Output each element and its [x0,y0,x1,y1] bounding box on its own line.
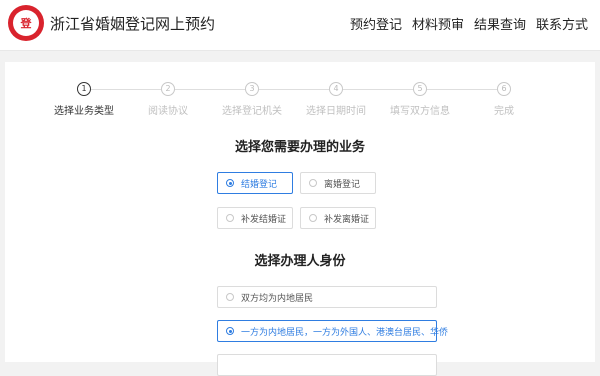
option-label: 结婚登记 [241,179,278,190]
step-number: 4 [329,82,343,96]
main-card: 1 选择业务类型 2 阅读协议 3 选择登记机关 4 选择日期时间 5 填写双方… [5,62,595,376]
step-label: 填写双方信息 [390,106,450,117]
step-label: 完成 [494,106,514,117]
nav-item-query[interactable]: 结果查询 [474,14,526,33]
site-title: 浙江省婚姻登记网上预约 [50,15,216,33]
option-reissue-marriage-cert[interactable]: 补发结婚证 [217,207,293,229]
radio-icon [309,214,317,222]
step-number: 5 [413,82,427,96]
business-section-title: 选择您需要办理的业务 [234,140,365,155]
logo-icon[interactable]: 登 [8,5,44,41]
option-divorce-registration[interactable]: 离婚登记 [300,172,376,194]
option-label: 一方为内地居民，一方为外国人、港澳台居民、华侨 [241,327,449,338]
step-3: 3 选择登记机关 [207,82,297,117]
step-label: 选择业务类型 [54,106,114,117]
option-both-mainland[interactable]: 双方均为内地居民 [217,286,437,308]
step-number: 1 [77,82,91,96]
step-6: 6 完成 [459,82,549,117]
step-number: 6 [497,82,511,96]
step-number: 2 [161,82,175,96]
step-label: 阅读协议 [148,106,188,117]
header: 登 浙江省婚姻登记网上预约 预约登记 材料预审 结果查询 联系方式 [0,0,600,51]
step-4: 4 选择日期时间 [291,82,381,117]
top-nav: 预约登记 材料预审 结果查询 联系方式 [350,14,588,33]
nav-item-contact[interactable]: 联系方式 [536,14,588,33]
option-label: 双方均为内地居民 [241,293,314,304]
option-label: 补发结婚证 [241,214,287,225]
step-label: 选择登记机关 [222,106,282,117]
option-marriage-registration[interactable]: 结婚登记 [217,172,293,194]
nav-item-precheck[interactable]: 材料预审 [412,14,464,33]
option-partial[interactable] [217,354,437,376]
radio-icon [226,214,234,222]
option-label: 补发离婚证 [324,214,370,225]
radio-icon [309,179,317,187]
step-2: 2 阅读协议 [123,82,213,117]
option-reissue-divorce-cert[interactable]: 补发离婚证 [300,207,376,229]
step-label: 选择日期时间 [306,106,366,117]
progress-steps: 1 选择业务类型 2 阅读协议 3 选择登记机关 4 选择日期时间 5 填写双方… [5,82,595,122]
option-label: 离婚登记 [324,179,361,190]
step-number: 3 [245,82,259,96]
radio-icon [226,179,234,187]
identity-section-title: 选择办理人身份 [254,254,346,269]
step-1: 1 选择业务类型 [39,82,129,117]
radio-icon [226,327,234,335]
logo-mark: 登 [13,10,39,36]
option-one-mainland-one-foreign[interactable]: 一方为内地居民，一方为外国人、港澳台居民、华侨 [217,320,448,342]
step-5: 5 填写双方信息 [375,82,465,117]
radio-icon [226,293,234,301]
nav-item-booking[interactable]: 预约登记 [350,14,402,33]
